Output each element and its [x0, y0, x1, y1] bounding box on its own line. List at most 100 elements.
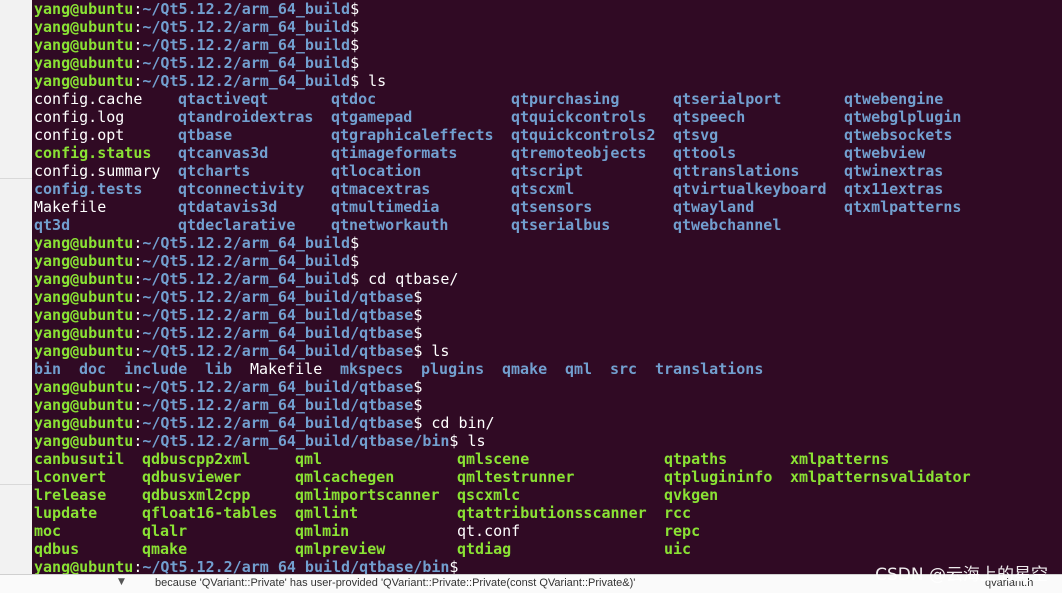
ls-entry: bin	[34, 360, 62, 378]
ls-entry: qtwebglplugin	[844, 108, 962, 126]
ls-entry: qtquickcontrols2	[511, 126, 656, 144]
prompt-dollar: $	[413, 288, 423, 306]
prompt-line: yang@ubuntu:~/Qt5.12.2/arm_64_build$ ls	[34, 72, 386, 90]
ls-entry: config.summary	[34, 162, 161, 180]
ls-entry: config.log	[34, 108, 125, 126]
ls-entry: lconvert	[34, 468, 107, 486]
prompt-user: yang@ubuntu	[34, 0, 134, 18]
ls-entry: canbusutil	[34, 450, 125, 468]
ls-entry: qml	[565, 360, 593, 378]
prompt-path: ~/Qt5.12.2/arm_64_build	[142, 270, 351, 288]
prompt-dollar: $	[413, 342, 423, 360]
prompt-line: yang@ubuntu:~/Qt5.12.2/arm_64_build$	[34, 36, 359, 54]
prompt-path: ~/Qt5.12.2/arm_64_build	[142, 36, 351, 54]
prompt-dollar: $	[413, 306, 423, 324]
ls-entry: qml	[295, 450, 323, 468]
ls-entry: doc	[79, 360, 107, 378]
ls-entry: translations	[655, 360, 764, 378]
ls-entry: qttools	[673, 144, 737, 162]
ls-entry: qtpurchasing	[511, 90, 620, 108]
ls-entry: Makefile	[34, 198, 107, 216]
command-text: cd qtbase/	[359, 270, 459, 288]
ls-entry: qtcharts	[178, 162, 251, 180]
ls-entry: qtscript	[511, 162, 584, 180]
ls-entry: qtx11extras	[844, 180, 944, 198]
prompt-line: yang@ubuntu:~/Qt5.12.2/arm_64_build/qtba…	[34, 288, 422, 306]
prompt-path: ~/Qt5.12.2/arm_64_build/qtbase	[142, 396, 414, 414]
prompt-path: ~/Qt5.12.2/arm_64_build/qtbase	[142, 414, 414, 432]
ls-entry: qtnetworkauth	[331, 216, 449, 234]
ls-entry: xmlpatternsvalidator	[790, 468, 971, 486]
prompt-dollar: $	[350, 36, 360, 54]
ls-entry: qtwebsockets	[844, 126, 953, 144]
ls-entry: qdbusxml2cpp	[142, 486, 251, 504]
ls-entry: rcc	[664, 504, 692, 522]
ls-entry: qfloat16-tables	[142, 504, 278, 522]
ls-entry: config.status	[34, 144, 152, 162]
prompt-path: ~/Qt5.12.2/arm_64_build/qtbase	[142, 342, 414, 360]
ls-entry: xmlpatterns	[790, 450, 890, 468]
prompt-line: yang@ubuntu:~/Qt5.12.2/arm_64_build$	[34, 234, 359, 252]
prompt-line: yang@ubuntu:~/Qt5.12.2/arm_64_build$	[34, 18, 359, 36]
ls-entry: qtxmlpatterns	[844, 198, 962, 216]
ls-entry: qtgamepad	[331, 108, 413, 126]
prompt-user: yang@ubuntu	[34, 288, 134, 306]
terminal-window[interactable]: yang@ubuntu:~/Qt5.12.2/arm_64_build$ yang…	[32, 0, 1062, 574]
ls-entry: qtvirtualkeyboard	[673, 180, 827, 198]
prompt-user: yang@ubuntu	[34, 36, 134, 54]
prompt-path: ~/Qt5.12.2/arm_64_build/qtbase/bin	[142, 558, 450, 574]
ls-entry: qtsvg	[673, 126, 719, 144]
chevron-down-icon[interactable]: ▼	[118, 577, 130, 591]
prompt-dollar: $	[350, 18, 360, 36]
ls-entry: qtconnectivity	[178, 180, 305, 198]
ls-entry: qtserialport	[673, 90, 782, 108]
ls-entry: qmllint	[295, 504, 359, 522]
ls-entry: qtimageformats	[331, 144, 458, 162]
prompt-line: yang@ubuntu:~/Qt5.12.2/arm_64_build/qtba…	[34, 378, 422, 396]
prompt-path: ~/Qt5.12.2/arm_64_build/qtbase	[142, 324, 414, 342]
ls-entry: qmlimportscanner	[295, 486, 440, 504]
prompt-user: yang@ubuntu	[34, 306, 134, 324]
prompt-dollar: $	[350, 0, 360, 18]
ls-entry: qtwinextras	[844, 162, 944, 180]
ls-entry: qtmultimedia	[331, 198, 440, 216]
command-text: ls	[422, 342, 450, 360]
prompt-user: yang@ubuntu	[34, 432, 134, 450]
ls-entry: qscxmlc	[457, 486, 521, 504]
ls-entry: qtsensors	[511, 198, 593, 216]
prompt-dollar: $	[413, 324, 423, 342]
ls-entry: qtdatavis3d	[178, 198, 278, 216]
ls-entry: qmake	[142, 540, 188, 558]
ls-entry: qdbusviewer	[142, 468, 242, 486]
ls-entry: qtscxml	[511, 180, 575, 198]
ls-entry: qmake	[502, 360, 548, 378]
ls-entry: qtactiveqt	[178, 90, 269, 108]
prompt-user: yang@ubuntu	[34, 252, 134, 270]
prompt-dollar: $	[350, 270, 360, 288]
prompt-dollar: $	[350, 72, 360, 90]
ls-entry: include	[124, 360, 188, 378]
prompt-user: yang@ubuntu	[34, 270, 134, 288]
ls-entry: qtpaths	[664, 450, 728, 468]
prompt-path: ~/Qt5.12.2/arm_64_build	[142, 18, 351, 36]
background-message: because 'QVariant::Private' has user-pro…	[155, 577, 636, 589]
ls-entry: qtandroidextras	[178, 108, 314, 126]
watermark: CSDN @云海上的星空	[875, 565, 1048, 585]
ls-entry: config.tests	[34, 180, 143, 198]
prompt-path: ~/Qt5.12.2/arm_64_build/qtbase	[142, 378, 414, 396]
ls-entry: qmltestrunner	[457, 468, 575, 486]
ls-entry: qtquickcontrols	[511, 108, 647, 126]
prompt-dollar: $	[350, 252, 360, 270]
ls-entry: config.opt	[34, 126, 125, 144]
prompt-dollar: $	[350, 234, 360, 252]
prompt-line: yang@ubuntu:~/Qt5.12.2/arm_64_build/qtba…	[34, 432, 486, 450]
ls-entry: qtwebview	[844, 144, 926, 162]
ls-entry: repc	[664, 522, 701, 540]
prompt-path: ~/Qt5.12.2/arm_64_build	[142, 72, 351, 90]
prompt-path: ~/Qt5.12.2/arm_64_build/qtbase/bin	[142, 432, 450, 450]
ls-entry: qtwebchannel	[673, 216, 782, 234]
prompt-path: ~/Qt5.12.2/arm_64_build/qtbase	[142, 306, 414, 324]
prompt-line: yang@ubuntu:~/Qt5.12.2/arm_64_build$	[34, 252, 359, 270]
ls-entry: src	[610, 360, 638, 378]
background-window-left	[0, 0, 32, 592]
